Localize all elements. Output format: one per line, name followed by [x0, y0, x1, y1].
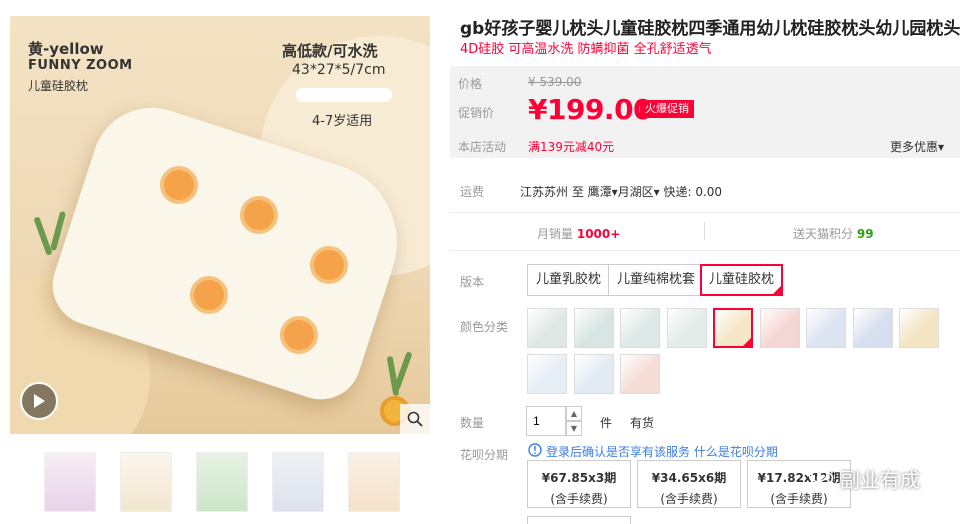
plan-amount: ¥67.85x3期 — [541, 471, 617, 485]
thumbnail-strip — [10, 452, 430, 516]
sales-value: 1000+ — [576, 227, 621, 241]
selected-check-icon — [741, 336, 753, 348]
image-brand-name: FUNNY ZOOM — [28, 58, 133, 73]
search-icon[interactable] — [400, 404, 430, 434]
points-value: 99 — [856, 227, 874, 241]
selected-check-icon — [771, 284, 784, 296]
watermark: 副业有成 — [808, 464, 920, 493]
image-spec-age: 4-7岁适用 — [312, 114, 373, 129]
version-option-silicone[interactable]: 儿童硅胶枕 — [700, 264, 784, 296]
quantity-increase-button[interactable]: ▲ — [566, 406, 582, 421]
sales-label: 月销量 — [537, 227, 574, 241]
plan-fee: (含手续费) — [660, 492, 718, 506]
promo-badge: 火爆促销 — [640, 100, 694, 118]
huabei-plan-more[interactable] — [527, 516, 631, 524]
wechat-icon — [808, 465, 834, 492]
version-option-label: 儿童硅胶枕 — [709, 272, 775, 287]
watermark-text: 副业有成 — [840, 468, 920, 492]
lion-print — [310, 246, 348, 284]
color-swatch[interactable] — [620, 308, 660, 348]
image-product-type: 儿童硅胶枕 — [28, 79, 89, 93]
tmall-points: 送天猫积分 99 — [793, 225, 874, 242]
huabei-plan-3[interactable]: ¥67.85x3期 (含手续费) — [527, 460, 631, 508]
info-icon — [528, 443, 542, 460]
product-title: gb好孩子婴儿枕头儿童硅胶枕四季通用幼儿枕硅胶枕头幼儿园枕头 — [460, 19, 961, 39]
orig-price: ¥ 539.00 — [528, 75, 582, 89]
image-spec-size: 43*27*5/7cm — [292, 62, 386, 78]
plan-amount: ¥34.65x6期 — [651, 471, 727, 485]
thumbnail-4[interactable] — [272, 452, 324, 512]
divider — [450, 250, 960, 251]
plan-fee: (含手续费) — [550, 492, 608, 506]
promo-price-label: 促销价 — [458, 106, 495, 120]
price-panel — [450, 66, 960, 158]
thumbnail-5[interactable] — [348, 452, 400, 512]
version-option-cotton[interactable]: 儿童纯棉枕套 — [608, 264, 705, 296]
huabei-plan-6[interactable]: ¥34.65x6期 (含手续费) — [637, 460, 741, 508]
divider — [450, 212, 960, 213]
quantity-input[interactable] — [526, 406, 566, 436]
thumbnail-2[interactable] — [120, 452, 172, 512]
points-label: 送天猫积分 — [793, 227, 854, 241]
shipping-destination[interactable]: 江苏苏州 至 鹰潭▾月湖区▾ 快递: 0.00 — [520, 183, 722, 200]
monthly-sales: 月销量 1000+ — [537, 225, 620, 242]
huabei-info-text: 登录后确认是否享有该服务 什么是花呗分期 — [546, 445, 778, 459]
leaf-decoration — [33, 216, 53, 256]
image-brand-color: 黄-yellow — [28, 40, 104, 58]
color-swatch[interactable] — [527, 308, 567, 348]
pillow-shape-icon — [296, 88, 392, 102]
thumbnail-3[interactable] — [196, 452, 248, 512]
lion-print — [240, 196, 278, 234]
color-swatch[interactable] — [852, 308, 893, 348]
color-swatch[interactable] — [666, 308, 707, 348]
shop-activity-label: 本店活动 — [458, 140, 507, 154]
version-label: 版本 — [460, 275, 485, 289]
lion-print — [160, 166, 198, 204]
color-label: 颜色分类 — [460, 320, 509, 334]
color-swatch[interactable] — [759, 308, 800, 348]
color-swatch[interactable] — [899, 308, 939, 348]
version-option-latex[interactable]: 儿童乳胶枕 — [527, 264, 611, 296]
image-spec-style: 高低款/可水洗 — [282, 42, 378, 60]
color-swatch[interactable] — [713, 308, 753, 348]
play-icon[interactable] — [20, 382, 58, 420]
color-swatch[interactable] — [806, 308, 846, 348]
more-deals-link[interactable]: 更多优惠▾ — [890, 138, 944, 155]
thumbnail-1[interactable] — [44, 452, 96, 512]
color-swatch[interactable] — [573, 354, 614, 394]
color-swatch[interactable] — [527, 354, 567, 394]
quantity-label: 数量 — [460, 416, 485, 430]
promo-price: ¥199.00 — [528, 93, 653, 126]
shipping-label: 运费 — [460, 185, 485, 199]
shop-activity[interactable]: 满139元减40元 — [528, 138, 614, 155]
color-swatch[interactable] — [620, 354, 660, 394]
product-subtitle: 4D硅胶 可高温水洗 防螨抑菌 全孔舒适透气 — [460, 42, 712, 57]
lion-print — [280, 316, 318, 354]
divider — [704, 222, 705, 240]
quantity-unit: 件 — [600, 416, 613, 430]
leaf-decoration — [393, 351, 413, 391]
orig-price-label: 价格 — [458, 77, 483, 91]
stock-status: 有货 — [630, 416, 655, 430]
lion-print — [190, 276, 228, 314]
huabei-label: 花呗分期 — [460, 448, 509, 462]
color-swatch[interactable] — [573, 308, 614, 348]
quantity-decrease-button[interactable]: ▼ — [566, 421, 582, 436]
huabei-info[interactable]: 登录后确认是否享有该服务 什么是花呗分期 — [528, 443, 778, 460]
